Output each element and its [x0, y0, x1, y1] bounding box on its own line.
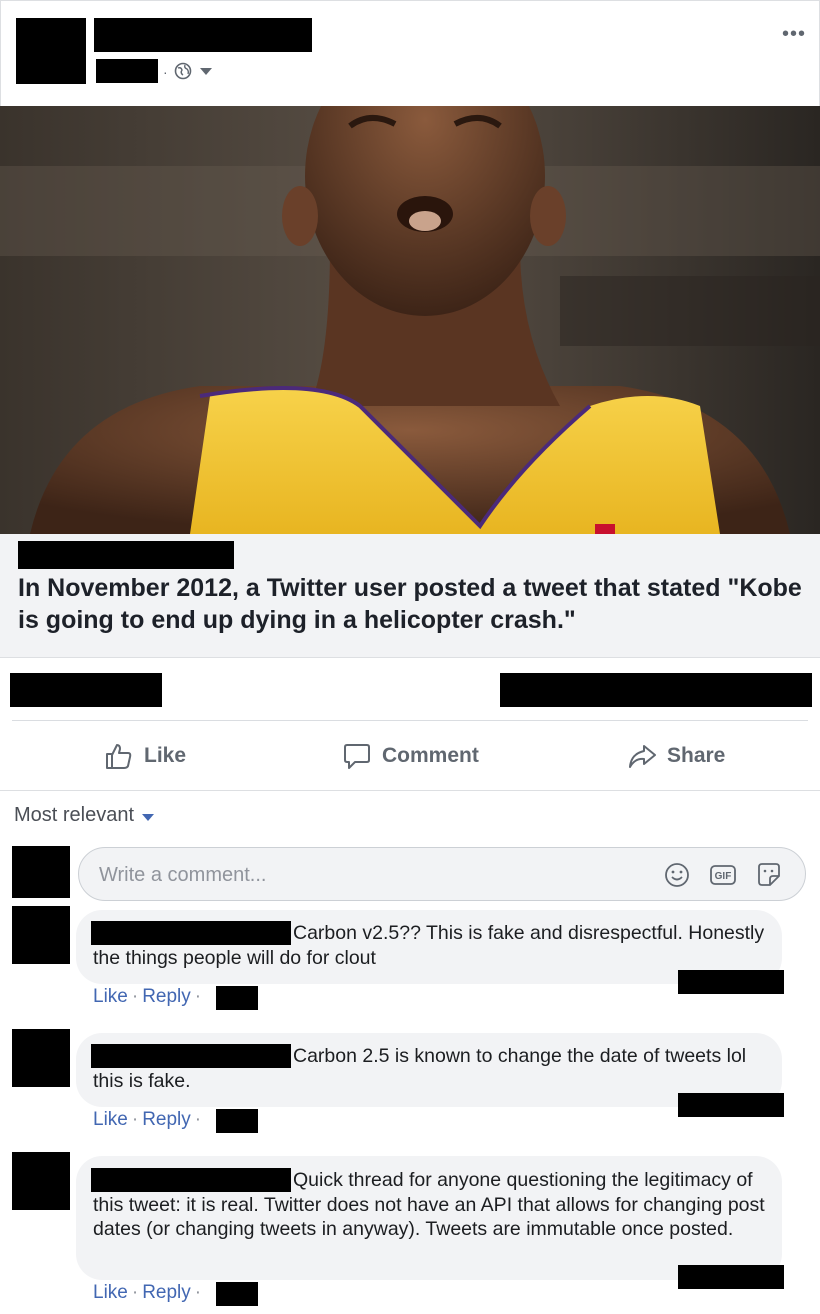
- comment-actions: Like · Reply ·: [93, 1282, 202, 1303]
- photo-illustration: [0, 106, 820, 534]
- like-button[interactable]: Like: [104, 736, 186, 776]
- comment-bubble-icon: [344, 744, 370, 769]
- header-separator: ·: [163, 64, 168, 80]
- sticker-icon[interactable]: [755, 861, 783, 889]
- link-source-domain: [18, 541, 234, 569]
- comment-timestamp[interactable]: [216, 986, 258, 1010]
- gif-text: GIF: [715, 871, 732, 882]
- comment-timestamp[interactable]: [216, 1282, 258, 1306]
- emoji-icon[interactable]: [663, 861, 691, 889]
- comment-reply-link[interactable]: Reply: [142, 1282, 191, 1303]
- comment-like-link[interactable]: Like: [93, 986, 128, 1007]
- comment-input[interactable]: [99, 858, 639, 892]
- comment-reactions[interactable]: [678, 970, 784, 994]
- comment-text: Quick thread for anyone questioning the …: [93, 1169, 765, 1240]
- comment-avatar[interactable]: [12, 1152, 70, 1210]
- viewer-avatar[interactable]: [12, 846, 70, 898]
- comment-like-link[interactable]: Like: [93, 1282, 128, 1303]
- post-timestamp[interactable]: [96, 59, 158, 83]
- comment-text: Carbon 2.5 is known to change the date o…: [93, 1045, 747, 1092]
- globe-icon[interactable]: [174, 62, 192, 80]
- comments-shares-count[interactable]: [500, 673, 812, 707]
- divider: [12, 720, 808, 721]
- author-name[interactable]: [94, 18, 312, 52]
- comment-reactions[interactable]: [678, 1093, 784, 1117]
- comment-reply-link[interactable]: Reply: [142, 986, 191, 1007]
- share-button[interactable]: Share: [627, 736, 725, 776]
- comment-actions: Like · Reply ·: [93, 1109, 202, 1130]
- comment-avatar[interactable]: [12, 1029, 70, 1087]
- sort-label: Most relevant: [14, 804, 135, 826]
- comment-like-link[interactable]: Like: [93, 1109, 128, 1130]
- comment-text: Carbon v2.5?? This is fake and disrespec…: [93, 922, 765, 969]
- comment-label: Comment: [382, 744, 479, 767]
- post-header: [0, 0, 820, 106]
- comment-actions: Like · Reply ·: [93, 986, 202, 1007]
- author-avatar[interactable]: [16, 18, 86, 84]
- comment-timestamp[interactable]: [216, 1109, 258, 1133]
- gif-icon[interactable]: GIF: [709, 861, 737, 889]
- thumbs-up-icon: [106, 744, 132, 769]
- comment-sort-dropdown[interactable]: Most relevant: [14, 804, 155, 827]
- like-label: Like: [144, 744, 187, 767]
- share-label: Share: [667, 744, 726, 767]
- comment-reactions[interactable]: [678, 1265, 784, 1289]
- comment-button[interactable]: Comment: [342, 736, 479, 776]
- chevron-down-icon: [142, 813, 155, 821]
- comment-input-box[interactable]: GIF: [78, 847, 806, 901]
- comment-reply-link[interactable]: Reply: [142, 1109, 191, 1130]
- more-horizontal-icon[interactable]: •••: [782, 24, 806, 44]
- link-headline[interactable]: In November 2012, a Twitter user posted …: [18, 572, 808, 636]
- reactions-count[interactable]: [10, 673, 162, 707]
- post-photo[interactable]: [0, 106, 820, 534]
- privacy-dropdown-icon[interactable]: [200, 68, 212, 75]
- share-arrow-icon: [629, 745, 656, 768]
- comment-avatar[interactable]: [12, 906, 70, 964]
